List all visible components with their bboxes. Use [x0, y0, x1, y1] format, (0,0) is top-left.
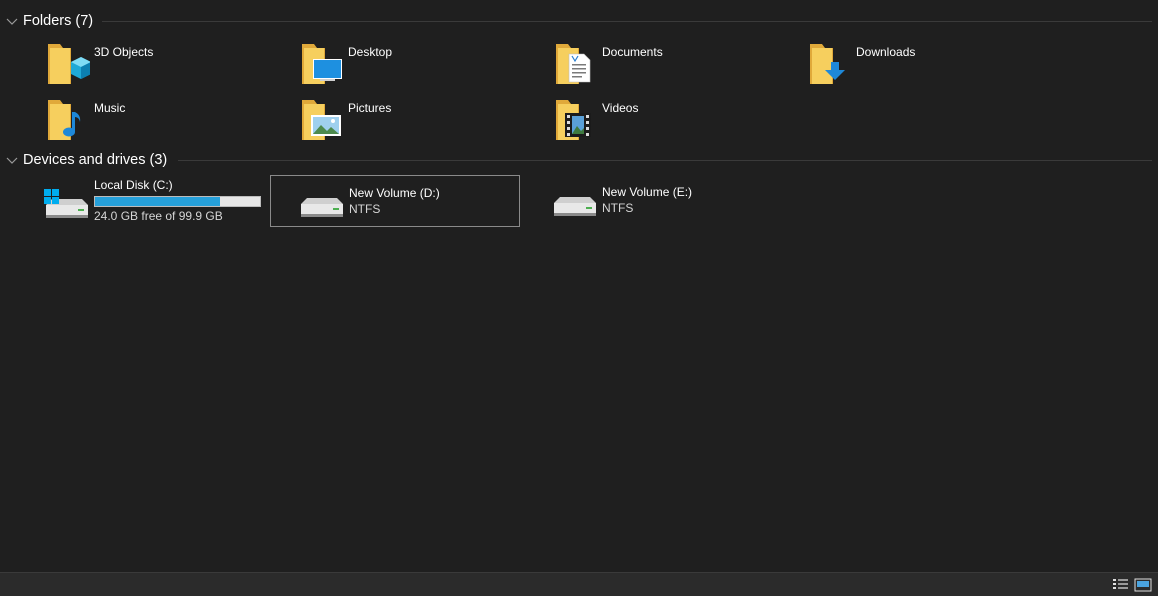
- folder-tile-videos[interactable]: Videos: [552, 98, 802, 148]
- large-icons-view-icon[interactable]: [1134, 578, 1152, 592]
- details-view-icon[interactable]: [1112, 578, 1130, 592]
- pictures-folder-icon: [302, 100, 341, 140]
- folder-tile-pictures[interactable]: Pictures: [298, 98, 548, 148]
- folder-label: Documents: [602, 45, 663, 59]
- drive-usage-bar: [94, 196, 261, 207]
- drive-filesystem: NTFS: [602, 201, 634, 215]
- desktop-folder-icon: [302, 44, 342, 84]
- downloads-folder-icon: [810, 44, 845, 84]
- folder-label: 3D Objects: [94, 45, 154, 59]
- drive-free-space: 24.0 GB free of 99.9 GB: [94, 209, 223, 223]
- status-bar: [0, 572, 1158, 596]
- folder-tile-music[interactable]: Music: [44, 98, 294, 148]
- folder-tile-documents[interactable]: Documents: [552, 42, 802, 92]
- documents-folder-icon: [556, 44, 591, 84]
- folder-tile-desktop[interactable]: Desktop: [298, 42, 548, 92]
- chevron-down-icon[interactable]: [6, 154, 18, 166]
- hard-drive-icon: [301, 198, 343, 217]
- folder-tile-3d-objects[interactable]: 3D Objects: [44, 42, 294, 92]
- hard-drive-icon: [554, 197, 596, 216]
- file-explorer-window: Folders (7) 3D Objects Desktop Documents…: [0, 0, 1158, 596]
- drive-tile-c[interactable]: Local Disk (C:) 24.0 GB free of 99.9 GB: [16, 175, 266, 227]
- folder-label: Videos: [602, 101, 639, 115]
- videos-folder-icon: [556, 100, 591, 140]
- folder-label: Pictures: [348, 101, 392, 115]
- drives-group-header[interactable]: Devices and drives (3): [6, 150, 167, 170]
- folders-group-title: Folders (7): [23, 13, 94, 29]
- folder-tile-downloads[interactable]: Downloads: [806, 42, 1056, 92]
- drive-name: New Volume (E:): [602, 185, 693, 199]
- 3d-objects-folder-icon: [48, 44, 90, 84]
- folders-group-header[interactable]: Folders (7): [6, 11, 93, 31]
- folder-label: Desktop: [348, 45, 393, 59]
- drive-tile-e[interactable]: New Volume (E:) NTFS: [524, 175, 774, 227]
- drives-group-divider: [178, 160, 1152, 161]
- system-drive-icon: [44, 189, 88, 218]
- drive-usage-fill: [95, 197, 221, 206]
- drive-filesystem: NTFS: [349, 202, 381, 216]
- folders-group-divider: [102, 21, 1152, 22]
- folder-label: Downloads: [856, 45, 916, 59]
- drive-name: New Volume (D:): [349, 186, 440, 200]
- music-folder-icon: [48, 100, 81, 140]
- chevron-down-icon[interactable]: [6, 15, 18, 27]
- drive-tile-d[interactable]: New Volume (D:) NTFS: [270, 175, 520, 227]
- folder-label: Music: [94, 101, 126, 115]
- this-pc-content-pane[interactable]: Folders (7) 3D Objects Desktop Documents…: [0, 0, 1158, 572]
- drives-group-title: Devices and drives (3): [23, 152, 168, 168]
- drive-name: Local Disk (C:): [94, 178, 173, 192]
